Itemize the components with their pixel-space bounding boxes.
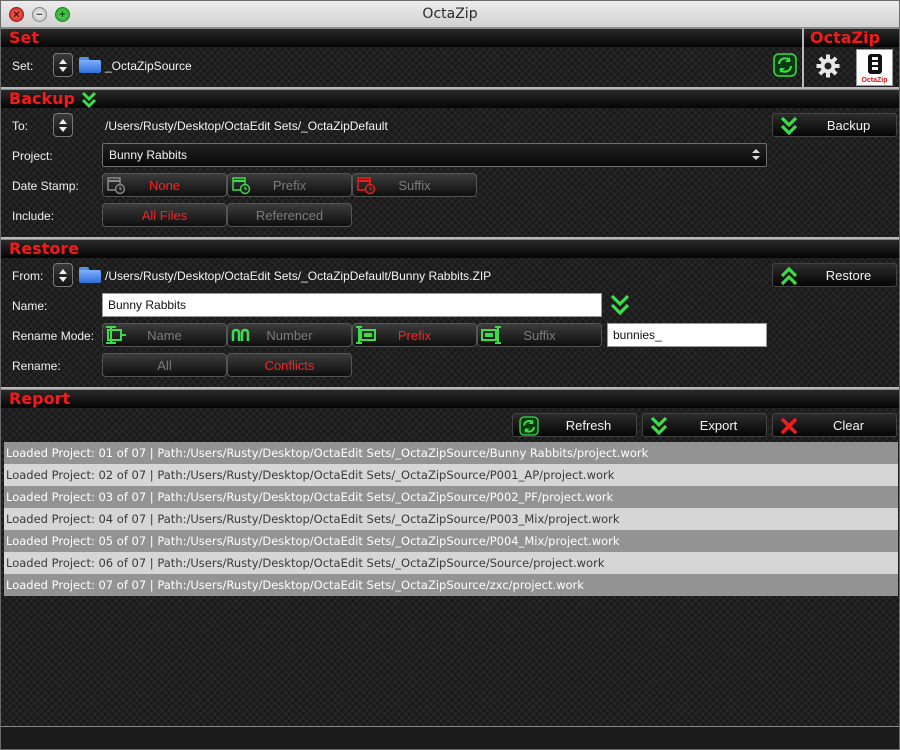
title-bar: × − + OctaZip: [1, 1, 899, 28]
backup-to-path: /Users/Rusty/Desktop/OctaEdit Sets/_Octa…: [105, 119, 388, 133]
rename-mode-number-label: Number: [266, 327, 313, 343]
backup-collapse-chevron-icon[interactable]: [81, 91, 97, 108]
prefix-cursor-icon: [356, 326, 376, 344]
export-button-label: Export: [699, 418, 738, 433]
rename-all-label: All: [157, 357, 172, 373]
rename-conflicts-button[interactable]: Conflicts: [227, 353, 352, 377]
report-line[interactable]: Loaded Project: 01 of 07 | Path:/Users/R…: [4, 442, 898, 464]
datestamp-suffix-label: Suffix: [398, 177, 431, 193]
report-line[interactable]: Loaded Project: 05 of 07 | Path:/Users/R…: [4, 530, 898, 552]
suffix-cursor-icon: [481, 326, 501, 344]
refresh-button[interactable]: Refresh: [512, 413, 637, 437]
refresh-button-label: Refresh: [565, 418, 612, 433]
backup-to-label: To:: [12, 119, 29, 133]
calendar-clock-icon: [107, 177, 126, 195]
set-stepper[interactable]: [53, 53, 73, 77]
set-value: _OctaZipSource: [105, 59, 192, 73]
select-arrows-icon: [751, 147, 761, 163]
include-all-files-label: All Files: [141, 207, 188, 223]
restore-section-header: Restore: [1, 239, 899, 258]
set-label: Set:: [12, 59, 34, 73]
octazip-logo: OctaZip: [856, 49, 893, 86]
rename-label: Rename:: [12, 359, 61, 373]
rename-mode-prefix-button[interactable]: Prefix: [352, 323, 477, 347]
report-line[interactable]: Loaded Project: 06 of 07 | Path:/Users/R…: [4, 552, 898, 574]
backup-download-icon: [780, 116, 798, 136]
include-referenced-label: Referenced: [255, 207, 324, 223]
calendar-clock-icon: [357, 177, 376, 195]
include-label: Include:: [12, 209, 55, 223]
rename-mode-name-label: Name: [147, 327, 182, 343]
refresh-set-icon[interactable]: [773, 53, 797, 77]
refresh-icon: [519, 416, 539, 436]
project-select-value: Bunny Rabbits: [109, 148, 188, 162]
clear-button[interactable]: Clear: [772, 413, 897, 437]
name-tag-icon: [106, 326, 126, 344]
set-section-header: Set: [1, 28, 802, 47]
name-input[interactable]: Bunny Rabbits: [102, 293, 602, 317]
brand-title: OctaZip: [810, 28, 881, 47]
datestamp-none-label: None: [148, 177, 181, 193]
datestamp-none-button[interactable]: None: [102, 173, 227, 197]
project-select[interactable]: Bunny Rabbits: [102, 143, 767, 167]
rename-mode-prefix-label: Prefix: [397, 327, 432, 343]
report-section-header: Report: [1, 389, 899, 408]
backup-section-header: Backup: [1, 89, 899, 108]
report-section-title: Report: [9, 389, 71, 408]
number-sequence-icon: [231, 328, 250, 341]
export-download-icon: [650, 416, 668, 436]
app-window: × − + OctaZip Set OctaZip Set: _OctaZipS…: [0, 0, 900, 750]
rename-all-button[interactable]: All: [102, 353, 227, 377]
status-bar: [1, 726, 899, 749]
restore-button-label: Restore: [825, 268, 872, 283]
rename-mode-number-button[interactable]: Number: [227, 323, 352, 347]
set-folder-icon[interactable]: [79, 57, 101, 73]
backup-button[interactable]: Backup: [772, 113, 897, 137]
rename-mode-suffix-label: Suffix: [523, 327, 556, 343]
report-line[interactable]: Loaded Project: 04 of 07 | Path:/Users/R…: [4, 508, 898, 530]
datestamp-label: Date Stamp:: [12, 179, 79, 193]
rename-mode-suffix-button[interactable]: Suffix: [477, 323, 602, 347]
brand-header: OctaZip: [804, 28, 899, 47]
clear-button-label: Clear: [832, 418, 865, 433]
datestamp-suffix-button[interactable]: Suffix: [352, 173, 477, 197]
name-label: Name:: [12, 299, 48, 313]
clear-x-icon: [781, 418, 797, 434]
backup-button-label: Backup: [826, 118, 871, 133]
datestamp-prefix-label: Prefix: [272, 177, 307, 193]
backup-section-title: Backup: [9, 89, 75, 108]
restore-upload-icon: [780, 266, 798, 286]
backup-to-stepper[interactable]: [53, 113, 73, 137]
report-line[interactable]: Loaded Project: 03 of 07 | Path:/Users/R…: [4, 486, 898, 508]
restore-from-label: From:: [12, 269, 44, 283]
report-log[interactable]: Loaded Project: 01 of 07 | Path:/Users/R…: [4, 442, 898, 726]
rename-conflicts-label: Conflicts: [264, 357, 315, 373]
restore-folder-icon[interactable]: [79, 267, 101, 283]
rename-mode-label: Rename Mode:: [12, 329, 95, 343]
window-title: OctaZip: [422, 6, 478, 22]
report-line[interactable]: Loaded Project: 07 of 07 | Path:/Users/R…: [4, 574, 898, 596]
rename-text-input[interactable]: bunnies_: [607, 323, 767, 347]
restore-from-stepper[interactable]: [53, 263, 73, 287]
name-expand-chevron-icon[interactable]: [609, 293, 631, 317]
restore-from-path: /Users/Rusty/Desktop/OctaEdit Sets/_Octa…: [105, 269, 492, 283]
restore-button[interactable]: Restore: [772, 263, 897, 287]
logo-text: OctaZip: [861, 77, 888, 84]
export-button[interactable]: Export: [642, 413, 767, 437]
brand-divider: [802, 28, 804, 88]
rename-mode-name-button[interactable]: Name: [102, 323, 227, 347]
datestamp-prefix-button[interactable]: Prefix: [227, 173, 352, 197]
project-label: Project:: [12, 149, 53, 163]
calendar-clock-icon: [232, 177, 251, 195]
include-all-files-button[interactable]: All Files: [102, 203, 227, 227]
include-referenced-button[interactable]: Referenced: [227, 203, 352, 227]
report-line[interactable]: Loaded Project: 02 of 07 | Path:/Users/R…: [4, 464, 898, 486]
logo-mark-icon: [868, 54, 882, 74]
settings-gear-icon[interactable]: [815, 53, 841, 79]
restore-section-title: Restore: [9, 239, 80, 258]
set-section-title: Set: [9, 28, 40, 47]
